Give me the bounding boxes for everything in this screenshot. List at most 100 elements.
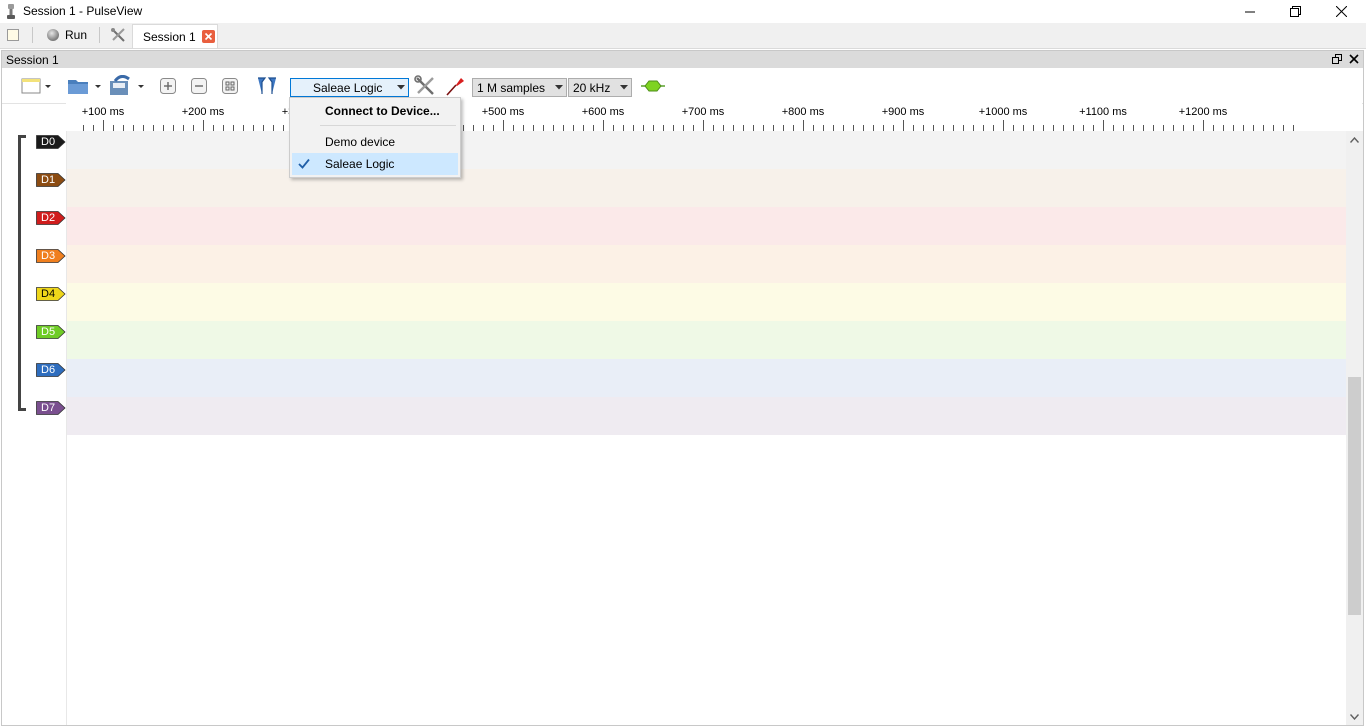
menu-item-label: Demo device [325,135,396,149]
device-selector[interactable]: Saleae Logic [290,78,409,97]
restore-button[interactable] [1272,0,1318,23]
channel-name: D3 [41,250,56,262]
close-icon [1335,6,1347,17]
channel-tag-d3[interactable]: D3 [36,249,66,263]
run-circle-icon [47,29,59,41]
configure-device-icon [414,75,434,95]
zoom-in-icon [160,78,176,94]
channel-tag-d5[interactable]: D5 [36,325,66,339]
tab-close-icon[interactable] [201,30,215,43]
title-bar: Session 1 - PulseView [0,0,1366,23]
add-decoder-button[interactable] [640,69,666,103]
scroll-down-icon[interactable] [1346,708,1363,725]
trace-row-d1[interactable] [67,169,1347,207]
decoder-icon [641,80,665,92]
chevron-down-icon [394,85,408,90]
time-ruler[interactable]: +100 ms+200 ms+300 ms+400 ms+500 ms+600 … [66,103,1362,131]
ruler-label: +900 ms [881,106,925,118]
open-button[interactable] [65,69,103,103]
ruler-label: +1200 ms [1178,106,1228,118]
zoom-fit-button[interactable] [218,69,242,103]
pulseview-icon [7,4,15,19]
session-panel: Session 1 Saleae Logic 1 M samples 20 kH… [1,50,1364,726]
channel-name: D1 [41,174,56,186]
save-icon [110,75,144,95]
run-label: Run [65,28,88,42]
panel-title: Session 1 [6,53,59,67]
probe-icon [446,78,464,96]
trace-row-d0[interactable] [67,131,1347,169]
trace-row-d5[interactable] [67,321,1347,359]
channel-tag-d6[interactable]: D6 [36,363,66,377]
device-selected-label: Saleae Logic [313,80,383,95]
cursor-markers-icon [258,77,276,94]
close-window-button[interactable] [1318,0,1364,23]
tab-label: Session 1 [143,29,196,44]
float-panel-icon[interactable] [1332,54,1342,64]
trace-row-d2[interactable] [67,207,1347,245]
channel-name: D2 [41,212,56,224]
chevron-down-icon [552,85,566,90]
new-session-button[interactable] [6,23,20,47]
channel-name: D5 [41,326,56,338]
trace-area[interactable] [67,131,1347,435]
ruler-label: +600 ms [581,106,625,118]
device-menu: Connect to Device... Demo device Saleae … [289,97,461,178]
channel-tag-d7[interactable]: D7 [36,401,66,415]
menu-item-label: Saleae Logic [325,157,395,171]
checkmark-icon [298,158,310,169]
restore-icon [1289,6,1301,17]
menu-item-demo-device[interactable]: Demo device [292,131,458,153]
channel-tag-d4[interactable]: D4 [36,287,66,301]
menu-item-connect[interactable]: Connect to Device... [292,100,458,122]
zoom-in-button[interactable] [156,69,180,103]
run-button[interactable]: Run [46,23,87,47]
menu-separator [320,125,456,126]
trace-row-d4[interactable] [67,283,1347,321]
ruler-label: +1100 ms [1079,106,1127,118]
zoom-fit-icon [222,78,238,94]
tools-icon [111,28,125,42]
zoom-out-button[interactable] [187,69,211,103]
scroll-up-icon[interactable] [1346,131,1363,148]
toolbar-separator [32,27,33,43]
scrollbar-thumb[interactable] [1348,377,1361,615]
session-toolbar: Saleae Logic 1 M samples 20 kHz [2,69,1363,104]
channel-name: D4 [41,288,56,300]
open-folder-icon [68,80,101,94]
ruler-label: +200 ms [181,106,225,118]
minimize-icon [1245,11,1255,12]
trace-row-d6[interactable] [67,359,1347,397]
vertical-scrollbar[interactable] [1346,131,1363,725]
new-view-button[interactable] [16,69,56,103]
menu-item-saleae-logic[interactable]: Saleae Logic [292,153,458,175]
ruler-label: +500 ms [481,106,525,118]
trace-row-d7[interactable] [67,397,1347,435]
ruler-label: +700 ms [681,106,725,118]
channel-header-column: D0 D1 D2 D3 D4 D5 D6 D7 [2,131,67,725]
settings-button[interactable] [110,23,126,47]
ruler-label: +800 ms [781,106,825,118]
channel-tag-d1[interactable]: D1 [36,173,66,187]
save-button[interactable] [106,69,148,103]
show-cursors-button[interactable] [254,69,280,103]
channel-tag-d2[interactable]: D2 [36,211,66,225]
channel-group-bracket [18,135,26,411]
panel-title-bar: Session 1 [2,51,1363,68]
main-toolbar: Run Session 1 [0,23,1366,49]
channel-name: D7 [41,402,56,414]
zoom-out-icon [191,78,207,94]
sample-count-label: 1 M samples [477,80,546,95]
sample-count-selector[interactable]: 1 M samples [472,78,567,97]
new-session-icon [7,29,19,41]
tab-session-1[interactable]: Session 1 [132,24,218,48]
new-session-icon [21,78,51,94]
ruler-label: +1000 ms [978,106,1028,118]
minimize-button[interactable] [1227,0,1273,23]
sample-rate-label: 20 kHz [573,80,611,95]
toolbar-separator [99,27,100,43]
trace-row-d3[interactable] [67,245,1347,283]
channel-tag-d0[interactable]: D0 [36,135,66,149]
sample-rate-selector[interactable]: 20 kHz [568,78,632,97]
close-panel-icon[interactable] [1349,54,1359,64]
